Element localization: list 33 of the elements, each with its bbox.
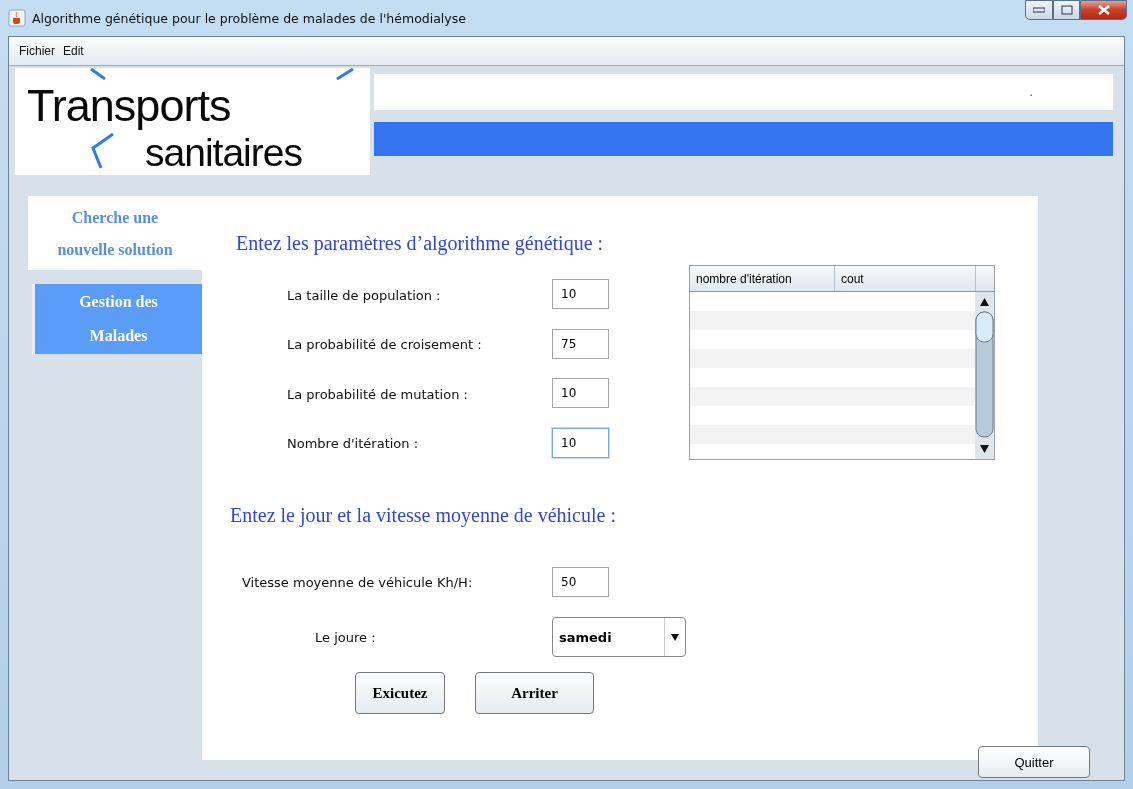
menu-item[interactable]: Edit <box>63 44 84 58</box>
logo-text: Transports <box>27 80 231 131</box>
maximize-button[interactable] <box>1053 0 1080 20</box>
input-field[interactable]: 10 <box>552 279 609 309</box>
action-button[interactable]: Arriter <box>475 672 594 714</box>
close-icon <box>1097 5 1110 15</box>
input-field[interactable]: 50 <box>552 567 609 597</box>
field-label: Nombre d'itération : <box>287 436 420 452</box>
column-header[interactable]: cout <box>835 266 976 291</box>
field-label: Vitesse moyenne de véhicule Kh/H: <box>242 574 474 590</box>
status-field: . <box>374 74 1113 110</box>
minimize-icon <box>1033 7 1045 13</box>
field-label: La taille de population : <box>287 287 442 303</box>
quit-button[interactable]: Quitter <box>978 746 1090 778</box>
java-cup-icon <box>8 9 26 27</box>
section-heading: Entez le jour et la vitesse moyenne de véhicule : <box>230 504 617 527</box>
scrollbar[interactable] <box>975 292 994 459</box>
section-heading: Entez les paramètres d’algorithme génétique : <box>236 232 605 255</box>
minimize-button[interactable] <box>1025 0 1053 20</box>
field-label: La probabilité de croisement : <box>287 337 483 353</box>
field-label: Le joure : <box>315 629 377 645</box>
maximize-icon <box>1060 5 1073 15</box>
day-dropdown[interactable]: samedi <box>552 617 686 657</box>
action-button[interactable]: Exicutez <box>355 672 445 714</box>
window-title: Algorithme génétique pour le problème de malades de l'hémodialyse <box>32 10 467 26</box>
input-field[interactable]: 10 <box>552 378 609 408</box>
logo-text: sanitaires <box>145 131 302 175</box>
field-label: La probabilité de mutation : <box>287 386 469 402</box>
menu-item[interactable]: Fichier <box>19 44 55 58</box>
column-header[interactable]: nombre d'itération <box>690 266 835 291</box>
input-field[interactable]: 75 <box>552 328 609 359</box>
input-field[interactable]: 10 <box>552 427 609 458</box>
close-button[interactable] <box>1080 0 1127 20</box>
